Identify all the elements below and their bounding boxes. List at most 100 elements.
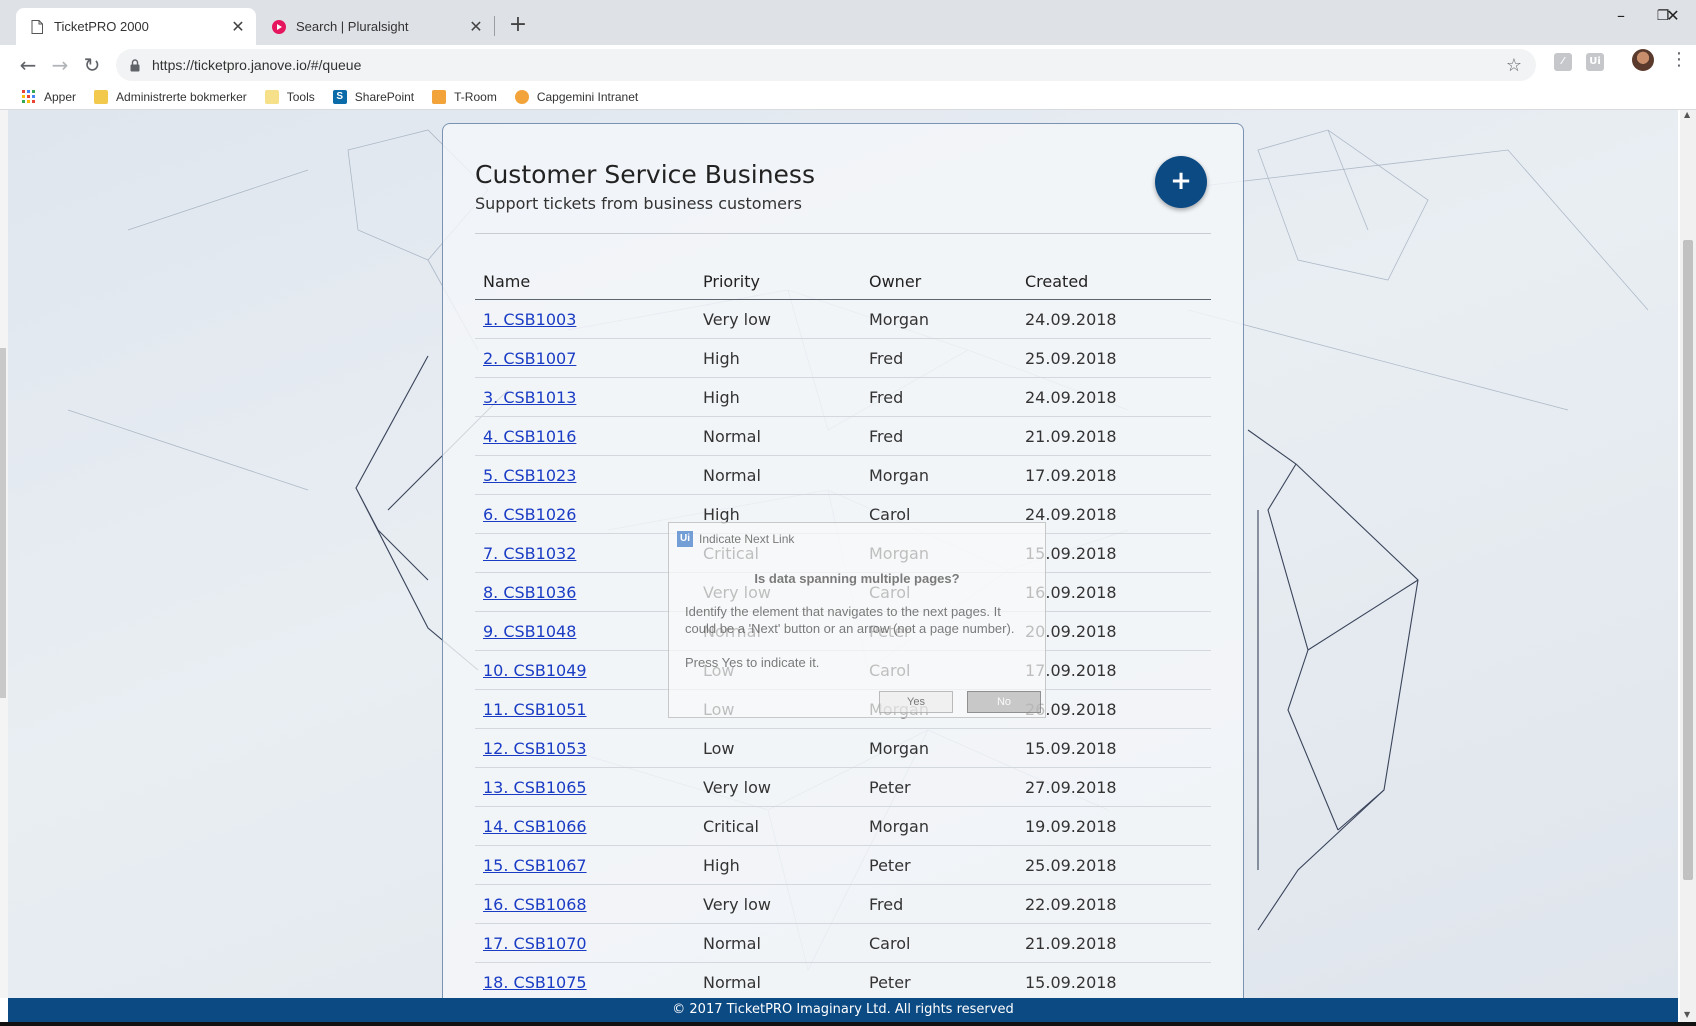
uipath-extension-icon[interactable]: Ui [1586,53,1604,71]
page-title: Customer Service Business [475,160,815,189]
ticket-name-cell: 18. CSB1075 [475,962,695,998]
ticket-name-link[interactable]: 15. CSB1067 [483,856,587,875]
page-scrollbar[interactable]: ▲ ▼ [1680,110,1696,1022]
folder-icon [264,90,279,104]
indicate-next-link-dialog: Ui Indicate Next Link Is data spanning m… [668,522,1046,718]
new-tab-button[interactable]: + [506,12,530,37]
owner-cell: Fred [861,416,1017,456]
priority-cell: Low [695,728,861,768]
ticket-name-link[interactable]: 17. CSB1070 [483,934,587,953]
pdf-extension-icon[interactable]: ⁄ [1554,53,1572,71]
tab-ticketpro[interactable]: TicketPRO 2000 ✕ [16,8,256,45]
dialog-question: Is data spanning multiple pages? [754,571,960,586]
tab-title: Search | Pluralsight [296,19,409,34]
created-cell: 24.09.2018 [1017,494,1211,534]
capgemini-icon [514,90,529,104]
dialog-yes-button[interactable]: Yes [879,691,953,713]
ticket-name-cell: 10. CSB1049 [475,650,695,690]
url-text[interactable]: https://ticketpro.janove.io/#/queue [152,57,1506,73]
table-row: 5. CSB1023 Normal Morgan 17.09.2018 [475,455,1211,495]
tab-separator [494,16,495,36]
ticket-name-cell: 11. CSB1051 [475,689,695,729]
bookmark-administrerte[interactable]: Administrerte bokmerker [94,90,247,104]
bookmark-label: SharePoint [354,90,415,104]
ticket-name-link[interactable]: 8. CSB1036 [483,583,576,602]
t-room-icon [432,90,447,104]
table-row: 4. CSB1016 Normal Fred 21.09.2018 [475,416,1211,456]
table-row: 3. CSB1013 High Fred 24.09.2018 [475,377,1211,417]
close-tab-icon[interactable]: ✕ [228,17,248,37]
forward-arrow-icon[interactable]: → [46,51,74,79]
dialog-title: Indicate Next Link [699,532,795,546]
ticket-name-link[interactable]: 1. CSB1003 [483,310,576,329]
ticket-name-link[interactable]: 7. CSB1032 [483,544,576,563]
close-window-button[interactable]: ✕ [1650,6,1696,25]
table-row: 17. CSB1070 Normal Carol 21.09.2018 [475,923,1211,963]
ticket-name-link[interactable]: 4. CSB1016 [483,427,576,446]
divider [475,233,1211,234]
browser-toolbar: ← → ↻ https://ticketpro.janove.io/#/queu… [0,45,1696,85]
created-cell: 26.09.2018 [1017,689,1211,729]
priority-cell: Normal [695,962,861,998]
dialog-no-button[interactable]: No [967,691,1041,713]
apps-grid-icon [22,90,36,104]
table-row: 1. CSB1003 Very low Morgan 24.09.2018 [475,299,1211,339]
ticket-name-cell: 3. CSB1013 [475,377,695,417]
bookmark-capgemini[interactable]: Capgemini Intranet [514,90,638,104]
owner-cell: Peter [861,962,1017,998]
lock-icon [128,57,142,73]
scroll-up-icon[interactable]: ▲ [1684,110,1690,119]
scroll-down-icon[interactable]: ▼ [1684,1010,1690,1019]
priority-cell: Very low [695,299,861,339]
ticket-name-link[interactable]: 16. CSB1068 [483,895,587,914]
uipath-logo-icon: Ui [677,531,693,547]
owner-cell: Carol [861,923,1017,963]
bookmark-apper[interactable]: Apper [22,90,76,104]
created-cell: 16.09.2018 [1017,572,1211,612]
owner-cell: Fred [861,377,1017,417]
ticket-name-link[interactable]: 13. CSB1065 [483,778,587,797]
ticket-name-link[interactable]: 9. CSB1048 [483,622,576,641]
ticket-name-link[interactable]: 18. CSB1075 [483,973,587,992]
ticket-name-link[interactable]: 6. CSB1026 [483,505,576,524]
owner-cell: Fred [861,338,1017,378]
back-arrow-icon[interactable]: ← [14,51,42,79]
menu-dots-icon[interactable]: ⋮ [1670,49,1688,70]
priority-cell: High [695,845,861,885]
address-bar[interactable]: https://ticketpro.janove.io/#/queue ☆ [116,49,1536,81]
ticket-name-link[interactable]: 3. CSB1013 [483,388,576,407]
minimize-button[interactable]: – [1598,6,1644,25]
page-viewport: Customer Service Business Support ticket… [8,110,1678,998]
column-header-owner: Owner [861,263,1017,300]
bookmark-star-icon[interactable]: ☆ [1506,55,1522,76]
profile-avatar[interactable] [1632,49,1654,71]
page-subtitle: Support tickets from business customers [475,194,802,213]
created-cell: 15.09.2018 [1017,962,1211,998]
table-row: 14. CSB1066 Critical Morgan 19.09.2018 [475,806,1211,846]
ticket-name-link[interactable]: 12. CSB1053 [483,739,587,758]
created-cell: 27.09.2018 [1017,767,1211,807]
ticket-name-cell: 14. CSB1066 [475,806,695,846]
pluralsight-icon [272,19,286,35]
table-row: 13. CSB1065 Very low Peter 27.09.2018 [475,767,1211,807]
close-tab-icon[interactable]: ✕ [466,17,486,37]
bookmark-t-room[interactable]: T-Room [432,90,497,104]
ticket-name-link[interactable]: 10. CSB1049 [483,661,587,680]
ticket-name-link[interactable]: 2. CSB1007 [483,349,576,368]
ticket-name-cell: 16. CSB1068 [475,884,695,924]
ticket-name-link[interactable]: 11. CSB1051 [483,700,587,719]
table-row: 12. CSB1053 Low Morgan 15.09.2018 [475,728,1211,768]
tab-pluralsight[interactable]: Search | Pluralsight ✕ [258,8,494,45]
ticket-name-cell: 17. CSB1070 [475,923,695,963]
owner-cell: Peter [861,845,1017,885]
bookmark-label: Apper [44,90,77,104]
ticket-name-link[interactable]: 14. CSB1066 [483,817,587,836]
ticket-name-link[interactable]: 5. CSB1023 [483,466,576,485]
scrollbar-thumb[interactable] [1683,240,1693,880]
bookmark-label: Administrerte bokmerker [116,90,247,104]
bookmark-tools[interactable]: Tools [264,90,315,104]
add-ticket-button[interactable]: + [1155,156,1207,208]
reload-icon[interactable]: ↻ [78,51,106,79]
column-header-name: Name [475,263,695,300]
bookmark-sharepoint[interactable]: S SharePoint [332,90,415,104]
